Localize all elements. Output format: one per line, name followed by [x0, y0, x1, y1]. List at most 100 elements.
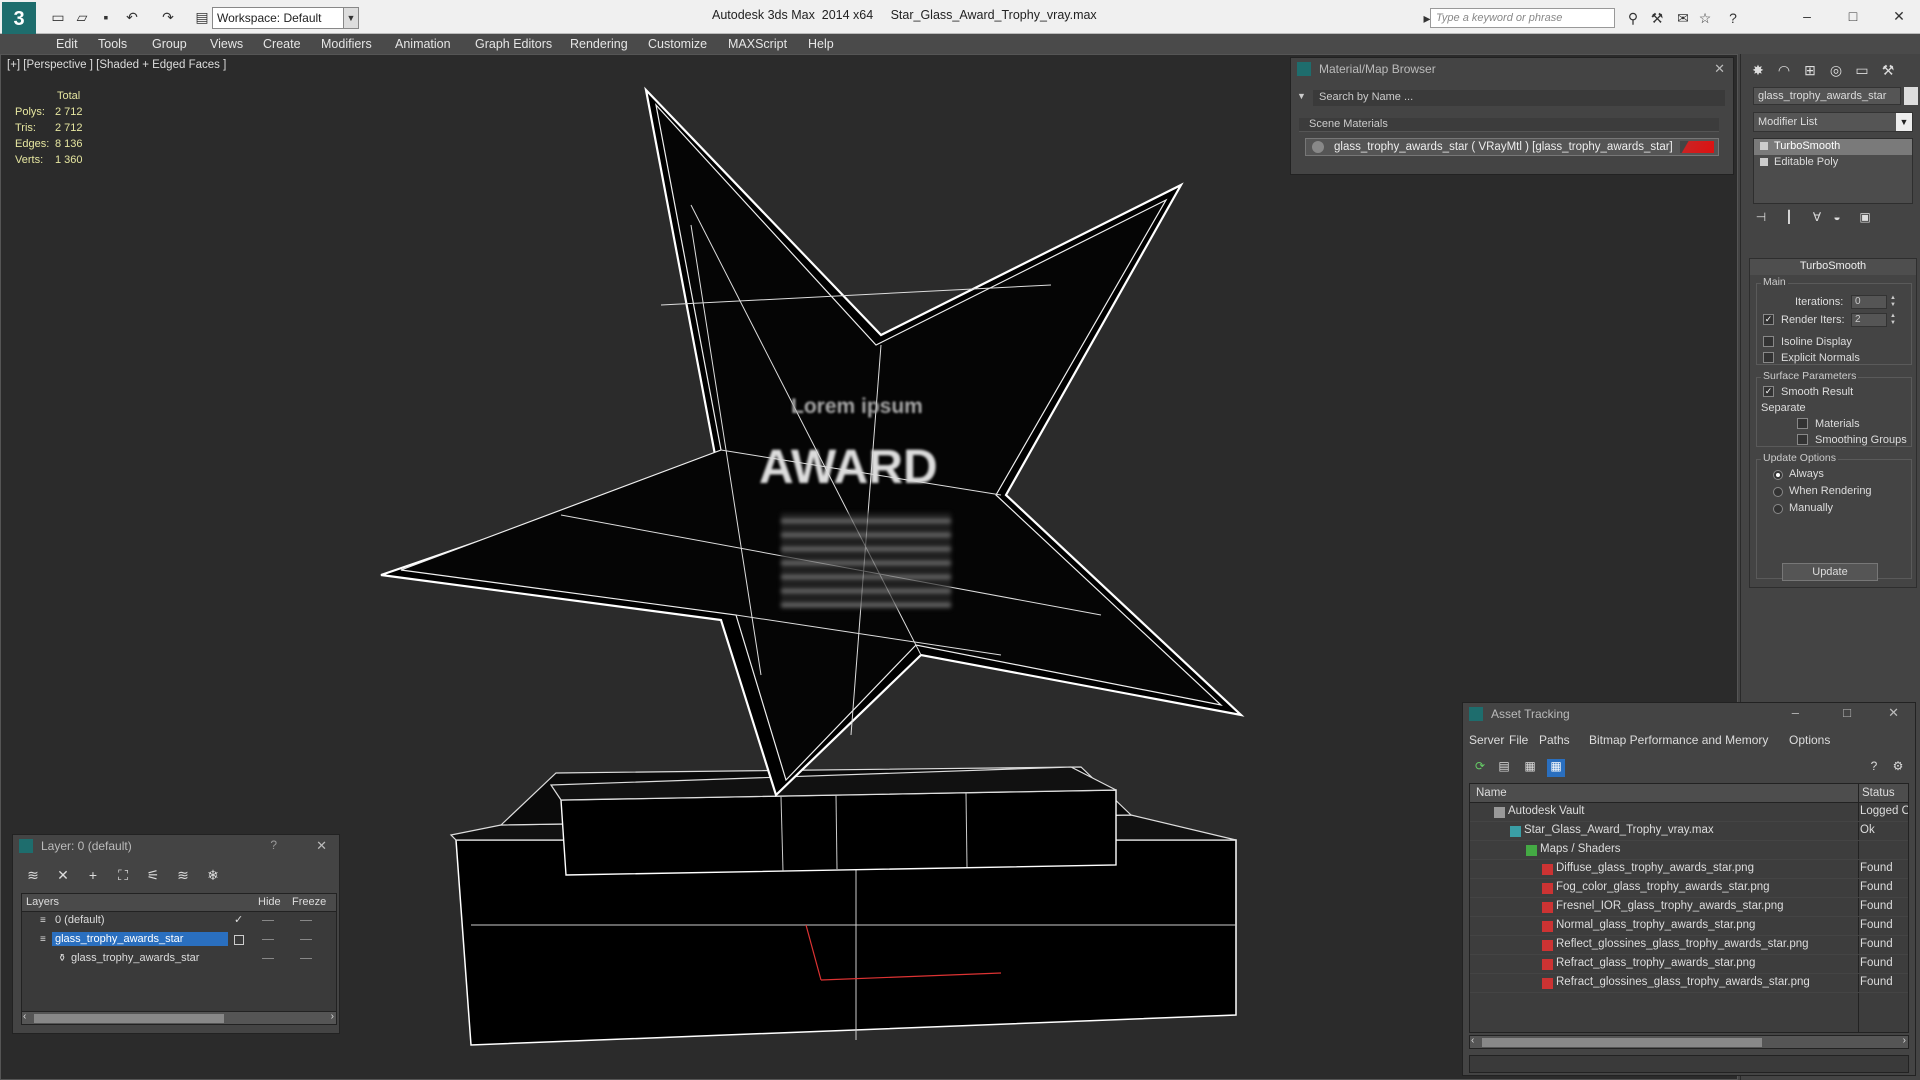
pin-stack-icon[interactable]: ⊣: [1751, 210, 1771, 228]
table-row[interactable]: Fresnel_IOR_glass_trophy_awards_star.png…: [1470, 898, 1908, 917]
lightbulb-icon[interactable]: [1760, 142, 1768, 150]
freeze-toggle[interactable]: [300, 920, 312, 921]
menu-maxscript[interactable]: MAXScript: [728, 37, 787, 51]
workspace-dropdown[interactable]: Workspace: Default: [212, 7, 358, 29]
layer-name[interactable]: glass_trophy_awards_star: [52, 932, 228, 946]
table-row[interactable]: Reflect_glossines_glass_trophy_awards_st…: [1470, 936, 1908, 955]
object-name-field[interactable]: glass_trophy_awards_star: [1753, 87, 1901, 105]
highlight-layer-icon[interactable]: ⚟: [143, 865, 163, 885]
scroll-left-icon[interactable]: ‹: [23, 1011, 26, 1022]
layer-name[interactable]: 0 (default): [52, 913, 108, 927]
new-file-icon[interactable]: ▭: [48, 8, 68, 26]
scroll-left-icon[interactable]: ‹: [1471, 1035, 1474, 1046]
smoothing-groups-checkbox[interactable]: [1797, 434, 1808, 445]
open-file-icon[interactable]: ▱: [72, 8, 92, 26]
utilities-tab-icon[interactable]: ⚒: [1877, 58, 1899, 82]
motion-tab-icon[interactable]: ◎: [1825, 58, 1847, 82]
save-file-icon[interactable]: ▪: [96, 8, 116, 26]
list-view-icon[interactable]: ▤: [1495, 759, 1513, 777]
scene-materials-group[interactable]: Scene Materials: [1299, 118, 1719, 132]
manually-radio[interactable]: [1773, 504, 1783, 514]
undo-icon[interactable]: ↶: [122, 8, 142, 26]
render-iters-spinner[interactable]: 2: [1851, 313, 1887, 327]
create-layer-icon[interactable]: ≋: [23, 865, 43, 885]
configure-sets-icon[interactable]: ▣: [1855, 210, 1875, 228]
minimize-icon[interactable]: –: [1794, 5, 1820, 27]
close-icon[interactable]: ✕: [316, 838, 327, 854]
options-dropdown-icon[interactable]: ▼: [1297, 91, 1306, 101]
explicit-normals-checkbox[interactable]: [1763, 352, 1774, 363]
display-tab-icon[interactable]: ▭: [1851, 58, 1873, 82]
update-button[interactable]: Update: [1782, 563, 1878, 581]
table-row[interactable]: Maps / Shaders: [1470, 841, 1908, 860]
isoline-display-checkbox[interactable]: [1763, 336, 1774, 347]
scrollbar-thumb[interactable]: [1482, 1038, 1762, 1047]
modifier-list-dropdown[interactable]: Modifier List ▼: [1753, 112, 1913, 132]
help-icon[interactable]: ?: [1724, 9, 1742, 27]
menu-modifiers[interactable]: Modifiers: [321, 37, 372, 51]
table-row[interactable]: Star_Glass_Award_Trophy_vray.max Ok: [1470, 822, 1908, 841]
hide-toggle[interactable]: [262, 920, 274, 921]
modify-tab-icon[interactable]: ◠: [1773, 58, 1795, 82]
horizontal-scrollbar[interactable]: ‹ ›: [1469, 1035, 1909, 1049]
table-row[interactable]: Normal_glass_trophy_awards_star.png Foun…: [1470, 917, 1908, 936]
menu-file[interactable]: File: [1509, 733, 1528, 747]
stack-item-turbosmooth[interactable]: TurboSmooth: [1754, 139, 1912, 155]
always-radio[interactable]: [1773, 470, 1783, 480]
chevron-down-icon[interactable]: ▼: [1896, 113, 1912, 131]
app-logo-icon[interactable]: 3: [2, 2, 36, 36]
hide-column-header[interactable]: Hide: [258, 896, 281, 908]
help-icon[interactable]: ?: [1865, 759, 1883, 777]
object-name[interactable]: glass_trophy_awards_star: [68, 951, 202, 965]
set-active-layer-icon[interactable]: [234, 935, 244, 945]
help-icon[interactable]: ?: [270, 838, 277, 852]
rollout-header[interactable]: TurboSmooth: [1750, 259, 1916, 275]
material-search-input[interactable]: Search by Name ...: [1313, 90, 1725, 106]
render-iters-checkbox[interactable]: ✓: [1763, 314, 1774, 325]
table-row[interactable]: Refract_glossines_glass_trophy_awards_st…: [1470, 974, 1908, 993]
table-row[interactable]: Refract_glass_trophy_awards_star.png Fou…: [1470, 955, 1908, 974]
material-entry[interactable]: glass_trophy_awards_star ( VRayMtl ) [gl…: [1305, 138, 1719, 156]
menu-tools[interactable]: Tools: [98, 37, 127, 51]
menu-edit[interactable]: Edit: [56, 37, 78, 51]
layer-row[interactable]: ≡ 0 (default) ✓: [22, 912, 336, 931]
menu-views[interactable]: Views: [210, 37, 243, 51]
name-column-header[interactable]: Name: [1476, 787, 1507, 799]
hide-all-icon[interactable]: ≋: [173, 865, 193, 885]
freeze-column-header[interactable]: Freeze: [292, 896, 326, 908]
subscription-icon[interactable]: ⚒: [1648, 9, 1666, 27]
hide-toggle[interactable]: [262, 939, 274, 940]
layers-column-header[interactable]: Layers: [26, 896, 59, 908]
status-column-header[interactable]: Status: [1862, 787, 1895, 799]
freeze-toggle[interactable]: [300, 958, 312, 959]
spinner-arrows-icon[interactable]: ▲ ▼: [1889, 313, 1897, 327]
active-layer-check-icon[interactable]: ✓: [234, 913, 243, 926]
search-input[interactable]: Type a keyword or phrase: [1430, 8, 1615, 28]
create-tab-icon[interactable]: ✸: [1747, 58, 1769, 82]
hierarchy-tab-icon[interactable]: ⊞: [1799, 58, 1821, 82]
table-row[interactable]: Autodesk Vault Logged Out: [1470, 803, 1908, 822]
maximize-icon[interactable]: □: [1840, 5, 1866, 27]
layer-row[interactable]: ≡ glass_trophy_awards_star: [22, 931, 336, 950]
tree-view-icon[interactable]: ▦: [1521, 759, 1539, 777]
binoculars-icon[interactable]: ⚲: [1624, 9, 1642, 27]
close-icon[interactable]: ✕: [1886, 5, 1912, 27]
add-to-layer-icon[interactable]: +: [83, 865, 103, 885]
object-color-swatch[interactable]: [1904, 87, 1918, 105]
menu-animation[interactable]: Animation: [395, 37, 451, 51]
smooth-result-checkbox[interactable]: ✓: [1763, 386, 1774, 397]
communication-icon[interactable]: ✉: [1674, 9, 1692, 27]
menu-graph-editors[interactable]: Graph Editors: [475, 37, 552, 51]
asset-path-field[interactable]: [1469, 1055, 1909, 1073]
table-row[interactable]: Diffuse_glass_trophy_awards_star.png Fou…: [1470, 860, 1908, 879]
expand-plus-icon[interactable]: [1760, 158, 1768, 166]
hide-toggle[interactable]: [262, 958, 274, 959]
delete-layer-icon[interactable]: ✕: [53, 865, 73, 885]
menu-options[interactable]: Options: [1789, 733, 1830, 747]
favorites-star-icon[interactable]: ☆: [1696, 9, 1714, 27]
show-end-result-icon[interactable]: ┃: [1779, 210, 1799, 228]
close-icon[interactable]: ✕: [1714, 61, 1725, 77]
layer-row[interactable]: ⚱ glass_trophy_awards_star: [22, 950, 336, 969]
refresh-icon[interactable]: ⟳: [1471, 759, 1489, 777]
minimize-icon[interactable]: –: [1792, 705, 1799, 720]
